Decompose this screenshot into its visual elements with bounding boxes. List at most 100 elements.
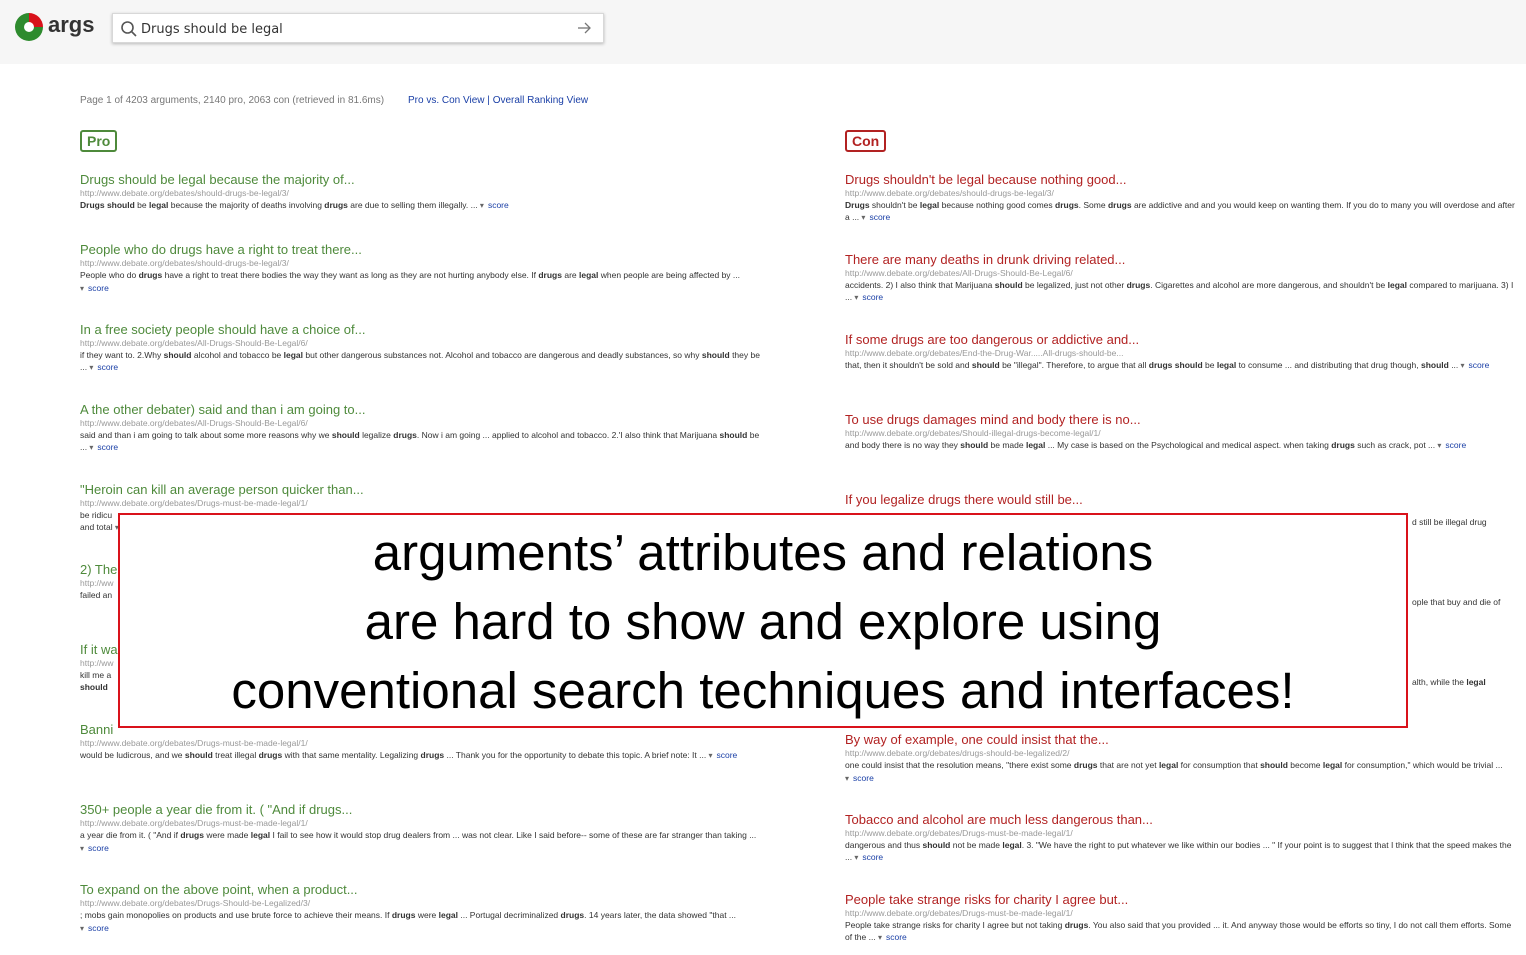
expand-caret-icon[interactable]: ▾ [80, 284, 84, 293]
expand-caret-icon[interactable]: ▾ [1458, 361, 1465, 370]
result-url: http://www.debate.org/debates/All-Drugs-… [80, 418, 308, 428]
con-result-item: d still be illegal drug [1412, 516, 1522, 528]
result-snippet: dangerous and thus should not be made le… [845, 840, 1512, 862]
expand-caret-icon[interactable]: ▾ [706, 751, 712, 760]
result-snippet: ; mobs gain monopolies on products and u… [80, 910, 737, 933]
result-stats: Page 1 of 4203 arguments, 2140 pro, 2063… [80, 95, 385, 106]
score-link[interactable]: score [97, 442, 118, 452]
result-title-link[interactable]: In a free society people should have a c… [80, 322, 760, 338]
pro-result-item: People who do drugs have a right to trea… [80, 242, 760, 295]
result-snippet: Drugs should be legal because the majori… [80, 200, 509, 210]
pro-result-item: A the other debater) said and than i am … [80, 402, 760, 454]
score-link[interactable]: score [853, 773, 874, 783]
result-snippet: a year die from it. ( "And if drugs were… [80, 830, 757, 853]
result-title-link[interactable]: If some drugs are too dangerous or addic… [845, 332, 1520, 348]
expand-caret-icon[interactable]: ▾ [859, 213, 865, 222]
score-link[interactable]: score [862, 292, 883, 302]
result-title-link[interactable]: A the other debater) said and than i am … [80, 402, 760, 418]
expand-caret-icon[interactable]: ▾ [852, 853, 858, 862]
expand-caret-icon[interactable]: ▾ [80, 844, 84, 853]
result-url: http://www.debate.org/debates/should-dru… [80, 188, 289, 198]
pro-result-item: Drugs should be legal because the majori… [80, 172, 760, 212]
result-snippet: accidents. 2) I also think that Marijuan… [845, 280, 1514, 302]
score-link[interactable]: score [97, 362, 118, 372]
con-result-item: By way of example, one could insist that… [845, 732, 1520, 785]
result-title-link[interactable]: To expand on the above point, when a pro… [80, 882, 760, 898]
expand-caret-icon[interactable]: ▾ [876, 933, 882, 942]
score-link[interactable]: score [88, 843, 109, 853]
search-input[interactable] [141, 20, 561, 38]
result-title-link[interactable]: Drugs shouldn't be legal because nothing… [845, 172, 1520, 188]
overall-ranking-link[interactable]: Overall Ranking View [493, 95, 588, 106]
result-url: http://www.debate.org/debates/Drugs-must… [80, 738, 308, 748]
result-title-link[interactable]: There are many deaths in drunk driving r… [845, 252, 1520, 268]
result-title-link[interactable]: To use drugs damages mind and body there… [845, 412, 1520, 428]
score-link[interactable]: score [886, 932, 907, 942]
result-url: http://www.debate.org/debates/Drugs-must… [845, 828, 1073, 838]
score-link[interactable]: score [88, 923, 109, 933]
score-link[interactable]: score [1469, 360, 1490, 370]
con-result-item: People take strange risks for charity I … [845, 892, 1520, 944]
score-link[interactable]: score [862, 852, 883, 862]
result-title-link[interactable]: People take strange risks for charity I … [845, 892, 1520, 908]
result-snippet: that, then it shouldn't be sold and shou… [845, 360, 1490, 370]
result-snippet: would be ludicrous, and we should treat … [80, 750, 738, 760]
result-title-link[interactable]: Tobacco and alcohol are much less danger… [845, 812, 1520, 828]
expand-caret-icon[interactable]: ▾ [852, 293, 858, 302]
pro-result-item: In a free society people should have a c… [80, 322, 760, 374]
score-link[interactable]: score [1445, 440, 1466, 450]
pro-con-view-link[interactable]: Pro vs. Con View [408, 95, 485, 106]
result-title-link[interactable]: If you legalize drugs there would still … [845, 492, 1520, 508]
result-snippet: alth, while the legal [1412, 677, 1486, 687]
result-snippet: said and than i am going to talk about s… [80, 430, 760, 452]
result-title-link[interactable]: People who do drugs have a right to trea… [80, 242, 760, 258]
result-title-link[interactable]: By way of example, one could insist that… [845, 732, 1520, 748]
result-url: http://www.debate.org/debates/Drugs-must… [80, 498, 308, 508]
pro-result-item: To expand on the above point, when a pro… [80, 882, 760, 935]
score-link[interactable]: score [88, 283, 109, 293]
expand-caret-icon[interactable]: ▾ [845, 774, 849, 783]
result-snippet: and body there is no way they should be … [845, 440, 1467, 450]
con-result-item: If some drugs are too dangerous or addic… [845, 332, 1520, 372]
result-snippet: People who do drugs have a right to trea… [80, 270, 740, 293]
score-link[interactable]: score [488, 200, 509, 210]
result-url: http://www.debate.org/debates/Drugs-must… [80, 818, 308, 828]
view-links: Pro vs. Con View | Overall Ranking View [408, 95, 588, 106]
con-result-item: To use drugs damages mind and body there… [845, 412, 1520, 452]
result-url: http://www.debate.org/debates/Should-ill… [845, 428, 1101, 438]
result-url: http://www.debate.org/debates/should-dru… [845, 188, 1054, 198]
result-title-link[interactable]: Drugs should be legal because the majori… [80, 172, 760, 188]
expand-caret-icon[interactable]: ▾ [87, 443, 93, 452]
pro-result-item: 350+ people a year die from it. ( "And i… [80, 802, 760, 855]
pro-result-item: Banni http://www.debate.org/debates/Drugs… [80, 722, 760, 762]
arrow-right-icon[interactable] [575, 19, 593, 37]
expand-caret-icon[interactable]: ▾ [478, 201, 484, 210]
logo-text[interactable]: args [48, 12, 94, 38]
expand-caret-icon[interactable]: ▾ [1435, 441, 1441, 450]
result-title-link[interactable]: "Heroin can kill an average person quick… [80, 482, 760, 498]
expand-caret-icon[interactable]: ▾ [80, 924, 84, 933]
callout-line-1: arguments’ attributes and relations [372, 524, 1154, 581]
result-url: http://www.debate.org/debates/Drugs-must… [845, 908, 1073, 918]
con-result-item: If you legalize drugs there would still … [845, 492, 1520, 508]
con-result-item: Drugs shouldn't be legal because nothing… [845, 172, 1520, 224]
annotation-callout: arguments’ attributes and relations are … [118, 513, 1408, 728]
result-url: http://www.debate.org/debates/All-Drugs-… [845, 268, 1073, 278]
result-snippet: d still be illegal drug [1412, 517, 1487, 527]
result-url: http://www.debate.org/debates/Drugs-Shou… [80, 898, 311, 908]
args-logo-icon[interactable] [14, 12, 44, 42]
search-box[interactable] [112, 13, 604, 43]
top-bar: args [0, 0, 1526, 64]
callout-line-3: conventional search techniques and inter… [231, 662, 1295, 719]
con-result-item: alth, while the legal [1412, 676, 1522, 688]
expand-caret-icon[interactable]: ▾ [87, 363, 93, 372]
result-snippet: People take strange risks for charity I … [845, 920, 1512, 942]
result-title-link[interactable]: 350+ people a year die from it. ( "And i… [80, 802, 760, 818]
result-snippet: Drugs shouldn't be legal because nothing… [845, 200, 1515, 222]
score-link[interactable]: score [716, 750, 737, 760]
search-icon [121, 21, 137, 37]
score-link[interactable]: score [869, 212, 890, 222]
result-snippet: ople that buy and die of [1412, 597, 1501, 607]
con-result-item: ople that buy and die of [1412, 596, 1522, 608]
result-url: http://www.debate.org/debates/drugs-shou… [845, 748, 1070, 758]
